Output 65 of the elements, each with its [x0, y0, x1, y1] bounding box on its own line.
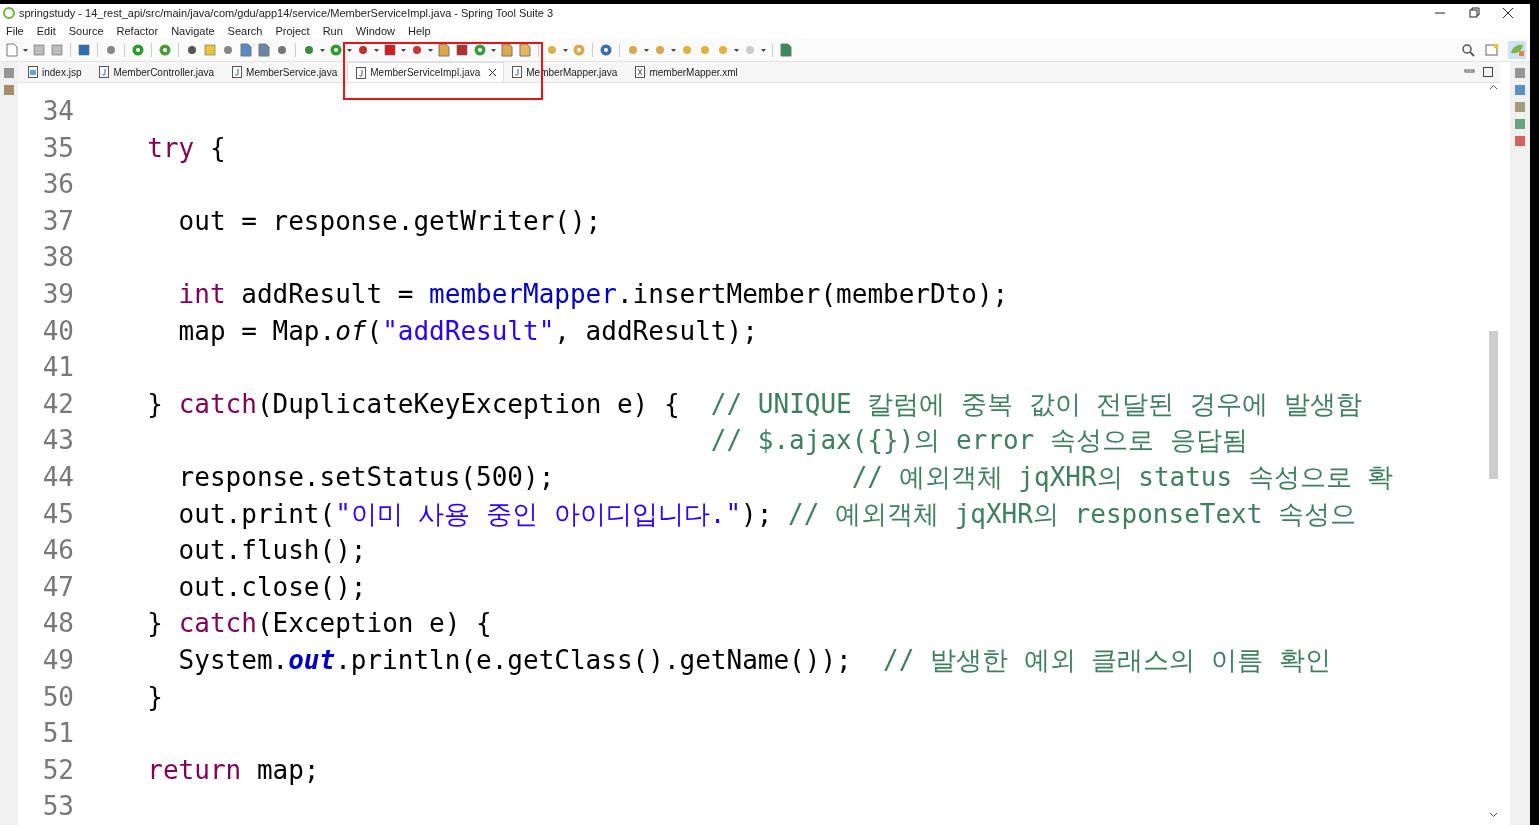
menu-item[interactable]: Project — [275, 24, 310, 37]
line-number: 46 — [41, 534, 74, 568]
menu-item[interactable]: Source — [68, 24, 104, 37]
line-number: 38 — [41, 241, 74, 275]
code-line: int addResult = memberMapper.insertMember(memberDto); — [177, 277, 1009, 311]
code-line: return map; — [146, 753, 320, 787]
line-number: 48 — [41, 607, 74, 641]
code-line: } — [146, 680, 163, 714]
code-line: } catch(DuplicateKeyException e) { // UNIQUE 칼럼에 중복 값이 전달된 경우에 발생함 — [146, 387, 1362, 421]
java-file-icon — [512, 66, 523, 78]
jsp-file-icon — [28, 66, 38, 78]
line-number: 37 — [41, 204, 74, 238]
menu-item[interactable]: Refactor — [116, 24, 159, 37]
code-line: out.flush(); — [177, 534, 367, 568]
line-number: 53 — [41, 790, 74, 824]
line-number: 36 — [41, 168, 74, 202]
menu-item[interactable]: Navigate — [171, 24, 215, 37]
window-title: springstudy - 14_rest_api/src/main/java/com/gdu/app14/service/MemberServiceImpl.java - Spring Tool Suite 3 — [19, 7, 554, 19]
java-file-icon — [99, 66, 110, 78]
line-number: 41 — [41, 351, 74, 385]
editor-tab[interactable]: MemberController.java — [91, 62, 225, 82]
scroll-up-icon[interactable] — [1489, 83, 1498, 92]
line-number: 34 — [41, 95, 74, 128]
code-line: out.print("이미 사용 중인 아이디입니다."); // 예외객체 jqXHR의 responseText 속성으 — [177, 497, 1357, 531]
editor-tab[interactable]: MemberServiceImpl.java — [347, 62, 505, 82]
menu-item[interactable]: Search — [227, 24, 263, 37]
restore-icon[interactable] — [1466, 5, 1482, 21]
line-number: 49 — [41, 643, 74, 677]
code-line: out = response.getWriter(); — [177, 204, 602, 238]
line-number: 43 — [41, 424, 74, 458]
java-file-icon — [356, 66, 367, 79]
line-number: 47 — [41, 570, 74, 604]
close-icon[interactable] — [1500, 5, 1516, 21]
menu-item[interactable]: Window — [355, 24, 395, 37]
line-number: 50 — [41, 680, 74, 714]
code-line: } catch(Exception e) { — [146, 607, 492, 641]
code-line: try { — [146, 131, 226, 165]
menu-item[interactable]: Edit — [36, 24, 56, 37]
line-number: 52 — [41, 753, 74, 787]
menu-item[interactable]: Help — [408, 24, 431, 37]
line-number: 42 — [41, 387, 74, 421]
code-line: System.out.println(e.getClass().getName()); // 발생한 예외 클래스의 이름 확인 — [177, 643, 1331, 677]
code-line: response.setStatus(500); // 예외객체 jqXHR의 status 속성으로 확 — [177, 460, 1394, 494]
line-number: 39 — [41, 277, 74, 311]
code-line: // $.ajax({})의 error 속성으로 응답됨 — [709, 424, 1248, 458]
editor-tab[interactable]: MemberService.java — [224, 62, 348, 82]
line-number: 44 — [41, 460, 74, 494]
line-number: 35 — [41, 131, 74, 165]
document-icon[interactable] — [238, 42, 254, 58]
close-icon[interactable] — [488, 68, 498, 77]
editor-tab[interactable]: index.jsp — [20, 62, 92, 82]
scroll-down-icon[interactable] — [1489, 810, 1498, 819]
search-icon[interactable] — [1460, 42, 1476, 58]
maximize-icon[interactable] — [1482, 66, 1494, 78]
xml-file-icon — [635, 66, 646, 78]
line-number: 45 — [41, 497, 74, 531]
code-line: out.close(); — [177, 570, 367, 604]
line-number: 51 — [41, 717, 74, 751]
menu-item[interactable]: File — [6, 24, 24, 37]
editor-tab[interactable]: memberMapper.xml — [627, 62, 748, 82]
line-number: 40 — [41, 314, 74, 348]
code-line: map = Map.of("addResult", addResult); — [177, 314, 758, 348]
menu-item[interactable]: Run — [322, 24, 343, 37]
scroll-thumb[interactable] — [1489, 331, 1498, 479]
java-file-icon — [232, 66, 243, 78]
